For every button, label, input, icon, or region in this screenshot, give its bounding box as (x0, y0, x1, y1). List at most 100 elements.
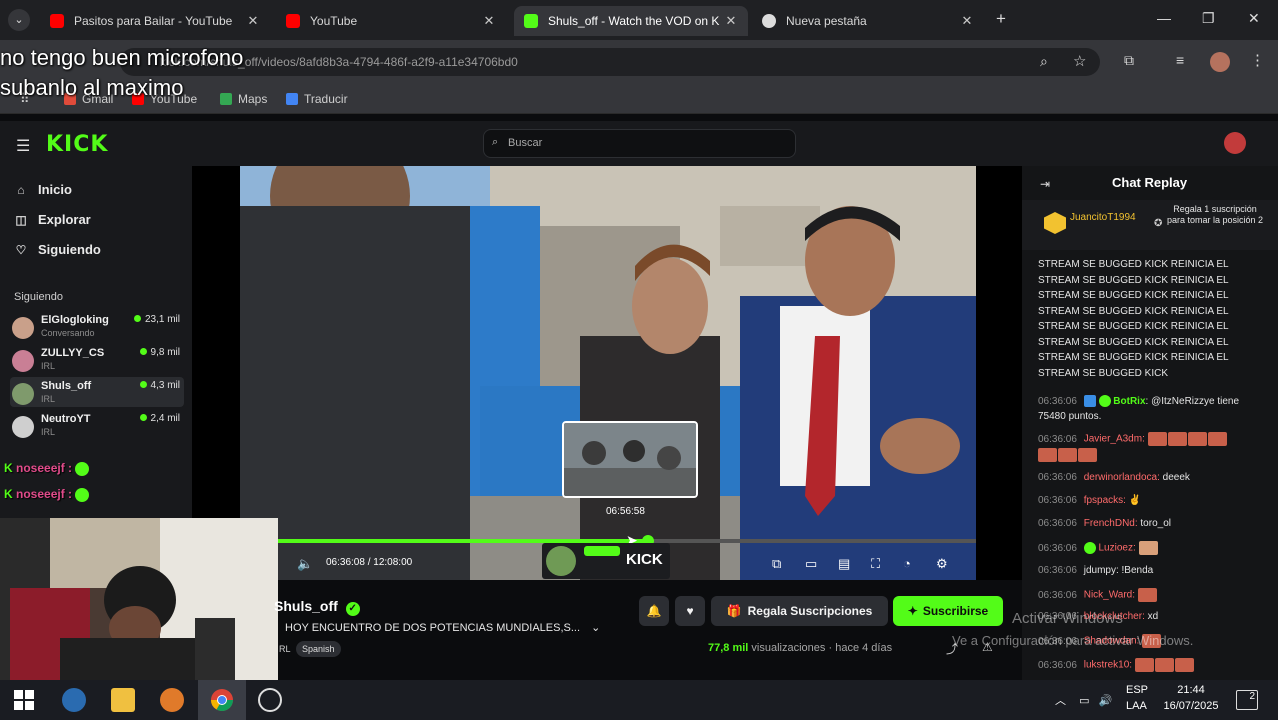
speed-icon[interactable]: ◔ (903, 556, 911, 571)
clock-date: 16/07/2025 (1163, 700, 1219, 712)
pip-icon[interactable]: ⧉ (772, 556, 781, 572)
gift-icon: 🎁 (726, 604, 742, 618)
volume-icon[interactable]: 🔈 (297, 556, 313, 572)
following-item-neutroyt[interactable]: NeutroYT IRL 2,4 mil (10, 410, 184, 440)
timestamp: 06:36:06 (1038, 472, 1077, 483)
notification-bell-icon[interactable]: 🔔 (639, 596, 669, 626)
nav-label: Siguiendo (38, 242, 101, 257)
chevron-up-icon[interactable]: ︿ (1055, 695, 1066, 707)
chat-message: 06:36:06 Javier_A3dm: (1038, 432, 1228, 446)
chat-username[interactable]: FrenchDNd: (1084, 518, 1138, 529)
chat-username[interactable]: Luzioez: (1099, 543, 1136, 554)
nav-siguiendo[interactable]: ♡ Siguiendo (14, 242, 101, 257)
preview-image (564, 423, 696, 496)
clip-icon[interactable]: ▭ (805, 556, 817, 572)
close-window-icon[interactable]: ✕ (1248, 10, 1260, 27)
hamburger-menu-icon[interactable]: ☰ (16, 136, 30, 156)
channel-name: NeutroYT (41, 413, 91, 425)
nav-explorar[interactable]: ◫ Explorar (14, 212, 90, 227)
layout-code: LAA (1126, 700, 1147, 712)
keyboard-language[interactable]: ESP LAA (1126, 684, 1148, 712)
chat-username[interactable]: lukstrek10: (1084, 660, 1132, 671)
clock[interactable]: 21:44 16/07/2025 (1160, 684, 1222, 712)
stream-caption: no tengo buen microfono subanlo al maxim… (0, 43, 243, 103)
tab-youtube[interactable]: YouTube ✕ (276, 6, 506, 36)
tab-search-icon[interactable]: ⌄ (8, 9, 30, 31)
fullscreen-icon[interactable]: ⛶ (871, 556, 880, 572)
language-code: ESP (1126, 684, 1149, 696)
live-dot-icon (133, 315, 141, 322)
tab-kick[interactable]: Shuls_off - Watch the VOD on K ✕ (514, 6, 748, 36)
bookmark-traducir[interactable]: Traducir (286, 92, 348, 106)
chat-username[interactable]: BotRix (1113, 396, 1145, 407)
compass-icon: ◫ (15, 212, 27, 227)
chat-username[interactable]: jdumpy: (1084, 565, 1119, 576)
gift-subs-button[interactable]: 🎁 Regala Suscripciones (711, 596, 888, 626)
menu-icon[interactable]: ⋮ (1250, 51, 1265, 69)
tab-title: YouTube (310, 14, 358, 28)
kick-logo[interactable]: KICK (46, 132, 108, 157)
address-bar[interactable]: kick.com/shuls_off/videos/8afd8b3a-4794-… (120, 48, 1100, 76)
timestamp: 06:36:06 (1038, 589, 1077, 601)
chrome-icon[interactable] (210, 688, 234, 712)
emote-icon (1174, 658, 1194, 672)
follow-heart-icon[interactable]: ♥ (675, 596, 705, 626)
chat-title: Chat Replay (1112, 175, 1188, 190)
windows-activation-watermark: Activar Windows Ve a Configuración para … (952, 608, 1193, 652)
channel-name: ZULLYY_CS (41, 347, 105, 359)
new-tab-icon[interactable]: + (996, 9, 1006, 29)
volume-icon[interactable]: 🔊 (1099, 695, 1113, 707)
timestamp: 06:36:06 (1038, 396, 1077, 407)
close-icon[interactable]: ✕ (960, 13, 974, 29)
file-explorer-icon[interactable] (111, 688, 135, 712)
clock-time: 21:44 (1177, 684, 1205, 696)
close-icon[interactable]: ✕ (482, 13, 496, 29)
avatar (12, 317, 34, 339)
channel-name: ElGlogloking (41, 314, 109, 326)
theater-icon[interactable]: ▤ (838, 556, 850, 572)
emote-icon (1154, 658, 1174, 672)
close-icon[interactable]: ✕ (246, 13, 260, 29)
tab-new[interactable]: Nueva pestaña ✕ (752, 6, 984, 36)
search-input[interactable]: ⌕ Buscar (483, 129, 796, 158)
notification-icon[interactable]: 2 (1236, 690, 1258, 710)
chat-spam-line: STREAM SE BUGGED KICK REINICIA EL (1038, 290, 1229, 301)
settings-gear-icon[interactable]: ⚙ (936, 556, 948, 572)
close-icon[interactable]: ✕ (724, 13, 738, 29)
media-icon[interactable]: ≡ (1176, 52, 1184, 68)
emote-icon (75, 461, 90, 476)
following-item-zullyy[interactable]: ZULLYY_CS IRL 9,8 mil (10, 344, 184, 374)
chat-username[interactable]: Javier_A3dm: (1084, 434, 1145, 445)
translate-icon (286, 93, 298, 105)
app-icon[interactable] (160, 688, 184, 712)
following-item-elglogloking[interactable]: ElGlogloking Conversando 23,1 mil (10, 311, 184, 341)
following-item-shuls[interactable]: Shuls_off IRL 4,3 mil (10, 377, 184, 407)
language-tag[interactable]: Spanish (296, 641, 341, 657)
tab-pasitos[interactable]: Pasitos para Bailar - YouTube ✕ (40, 6, 270, 36)
viewer-count-text: 2,4 mil (150, 413, 180, 424)
watermark-line: Activar Windows (1012, 610, 1123, 627)
viewer-count-text: 9,8 mil (150, 347, 180, 358)
nav-inicio[interactable]: ⌂ Inicio (14, 182, 72, 197)
obs-icon[interactable] (258, 688, 282, 712)
zoom-icon[interactable]: ⌕ (1040, 53, 1048, 70)
extensions-icon[interactable]: ⧉ (1124, 52, 1134, 69)
video-frame-image[interactable] (240, 166, 976, 580)
profile-avatar[interactable] (1210, 52, 1230, 72)
chat-username[interactable]: Nick_Ward: (1084, 590, 1135, 601)
channel-category: IRL (41, 361, 56, 371)
minimize-icon[interactable]: — (1157, 10, 1171, 26)
steam-icon[interactable] (62, 688, 86, 712)
category-tag[interactable]: RL (279, 644, 291, 654)
restore-icon[interactable]: ❐ (1202, 10, 1215, 27)
user-avatar[interactable] (1224, 132, 1246, 154)
chat-text: deeek (1162, 472, 1190, 483)
chat-username[interactable]: derwinorlandoca: (1084, 472, 1160, 483)
chevron-down-icon[interactable]: ⌄ (591, 622, 600, 634)
chat-collapse-icon[interactable]: ⇥ (1040, 177, 1050, 191)
network-icon[interactable]: ▭ (1079, 695, 1089, 707)
star-icon[interactable]: ☆ (1073, 52, 1086, 70)
chat-username[interactable]: fpspacks: (1084, 495, 1126, 506)
windows-start-icon[interactable] (12, 688, 36, 712)
channel-name[interactable]: Shuls_off ✓ (274, 598, 360, 616)
